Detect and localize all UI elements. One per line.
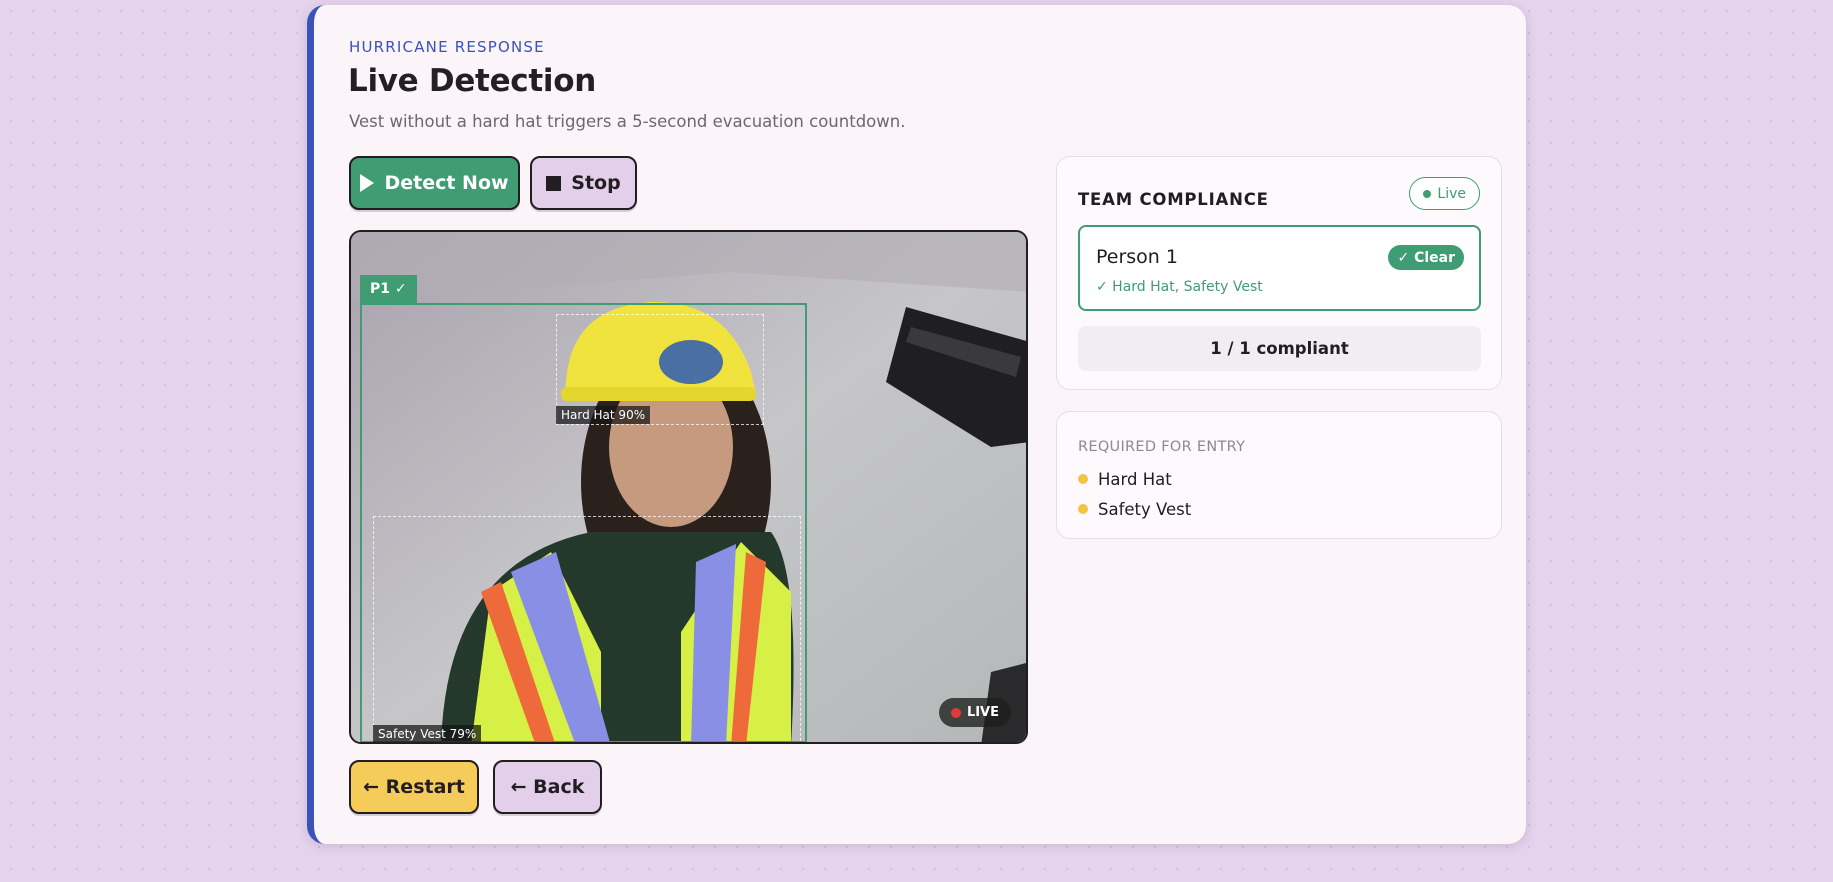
person-tag: P1 ✓ xyxy=(360,275,417,303)
bullet-dot-icon xyxy=(1078,474,1088,484)
person-card[interactable]: Person 1 ✓ Clear ✓ Hard Hat, Safety Vest xyxy=(1078,225,1481,311)
bullet-dot-icon xyxy=(1078,504,1088,514)
back-button[interactable]: ← Back xyxy=(493,760,602,814)
safety-vest-bounding-box xyxy=(373,516,801,742)
person-ppe-items: ✓ Hard Hat, Safety Vest xyxy=(1096,279,1263,295)
list-item: Safety Vest xyxy=(1078,494,1191,524)
recording-dot-icon xyxy=(950,707,961,718)
detect-now-button[interactable]: Detect Now xyxy=(349,156,520,210)
live-status-pill: Live xyxy=(1409,177,1480,210)
page-subtitle: Vest without a hard hat triggers a 5-sec… xyxy=(349,112,906,131)
required-list: Hard Hat Safety Vest xyxy=(1078,464,1191,524)
safety-vest-detection-label: Safety Vest 79% xyxy=(373,725,482,742)
stop-label: Stop xyxy=(571,172,621,194)
live-dot-icon xyxy=(1423,189,1432,198)
team-compliance-heading: TEAM COMPLIANCE xyxy=(1078,190,1269,209)
page-title: Live Detection xyxy=(348,63,596,99)
live-badge: LIVE xyxy=(938,698,1011,727)
section-eyebrow: HURRICANE RESPONSE xyxy=(349,38,545,56)
live-status-label: Live xyxy=(1437,185,1466,202)
clear-status-badge: ✓ Clear xyxy=(1388,245,1464,270)
team-compliance-panel: TEAM COMPLIANCE Live Person 1 ✓ Clear ✓ … xyxy=(1056,156,1502,390)
list-item: Hard Hat xyxy=(1078,464,1191,494)
live-badge-label: LIVE xyxy=(966,705,999,720)
person-name: Person 1 xyxy=(1096,246,1178,268)
required-item-label: Safety Vest xyxy=(1098,499,1192,519)
stop-icon xyxy=(546,175,562,191)
play-icon xyxy=(360,174,375,192)
main-card: HURRICANE RESPONSE Live Detection Vest w… xyxy=(307,5,1526,844)
detect-now-label: Detect Now xyxy=(384,172,509,194)
required-for-entry-panel: REQUIRED FOR ENTRY Hard Hat Safety Vest xyxy=(1056,411,1502,539)
hard-hat-detection-label: Hard Hat 90% xyxy=(556,406,651,424)
required-item-label: Hard Hat xyxy=(1098,469,1172,489)
compliance-summary: 1 / 1 compliant xyxy=(1078,326,1481,371)
restart-button[interactable]: ← Restart xyxy=(349,760,479,814)
stop-button[interactable]: Stop xyxy=(530,156,637,210)
required-heading: REQUIRED FOR ENTRY xyxy=(1078,439,1246,455)
camera-feed: P1 ✓ Hard Hat 90% Safety Vest 79% LIVE xyxy=(349,230,1028,744)
